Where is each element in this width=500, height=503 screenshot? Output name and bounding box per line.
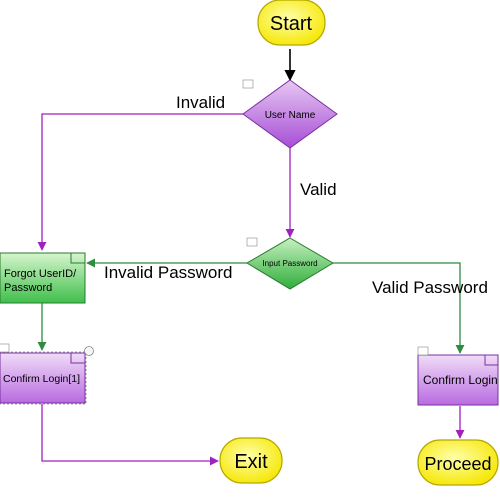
label-valid-password: Valid Password (372, 278, 488, 297)
label-valid: Valid (300, 180, 337, 199)
username-label: User Name (265, 110, 316, 121)
node-username: User Name (243, 80, 337, 148)
forgot-label-0: Forgot UserID/ (4, 268, 77, 280)
node-input-password: Input Password (247, 238, 333, 289)
exit-label: Exit (234, 451, 268, 473)
edge-password-invalid: Invalid Password (87, 263, 248, 282)
forgot-label-1: Password (4, 282, 52, 294)
edge-confirm1-exit (42, 404, 218, 461)
node-proceed: Proceed (418, 440, 498, 485)
node-confirm-login-1: Confirm Login[1] (0, 344, 94, 404)
edge-username-invalid: Invalid (42, 93, 244, 250)
edge-username-valid: Valid (290, 148, 337, 237)
input-password-label: Input Password (262, 259, 317, 268)
label-invalid-password: Invalid Password (104, 263, 233, 282)
confirm-login-1-label: Confirm Login[1] (3, 373, 80, 385)
start-label: Start (270, 13, 313, 35)
node-confirm-login: Confirm Login (418, 347, 498, 405)
proceed-label: Proceed (424, 454, 491, 474)
label-invalid: Invalid (176, 93, 225, 112)
node-start: Start (258, 0, 325, 45)
node-exit: Exit (220, 438, 282, 483)
node-forgot: Forgot UserID/ Password (0, 253, 85, 303)
edge-password-valid: Valid Password (332, 263, 488, 353)
confirm-login-label: Confirm Login (423, 373, 498, 387)
